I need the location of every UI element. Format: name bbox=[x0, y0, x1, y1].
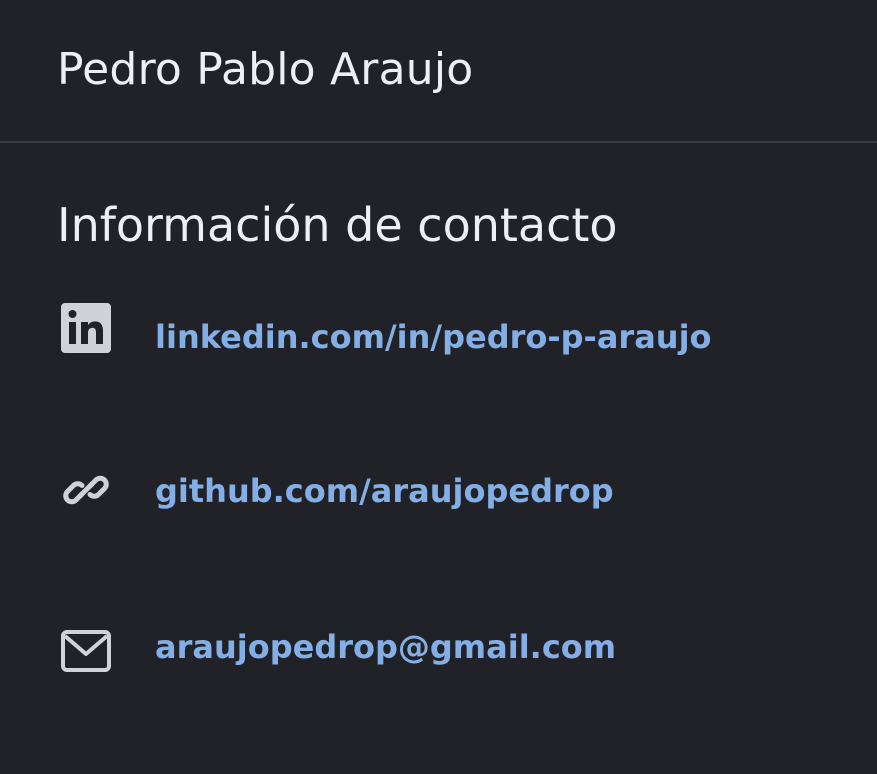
link-icon bbox=[63, 475, 109, 505]
contact-item-email: araujopedrop@gmail.com bbox=[0, 625, 877, 685]
envelope-icon bbox=[61, 630, 111, 672]
email-link[interactable]: araujopedrop@gmail.com bbox=[155, 627, 616, 667]
contact-section-title: Información de contacto bbox=[57, 198, 618, 252]
github-link[interactable]: github.com/araujopedrop bbox=[155, 471, 614, 511]
profile-name: Pedro Pablo Araujo bbox=[57, 44, 474, 95]
linkedin-link[interactable]: linkedin.com/in/pedro-p-araujo bbox=[155, 317, 712, 357]
page-header: Pedro Pablo Araujo bbox=[0, 0, 877, 143]
linkedin-icon bbox=[61, 303, 111, 353]
contact-item-linkedin: linkedin.com/in/pedro-p-araujo bbox=[0, 300, 877, 360]
contact-item-github: github.com/araujopedrop bbox=[0, 462, 877, 522]
profile-page: Pedro Pablo Araujo Información de contac… bbox=[0, 0, 877, 774]
